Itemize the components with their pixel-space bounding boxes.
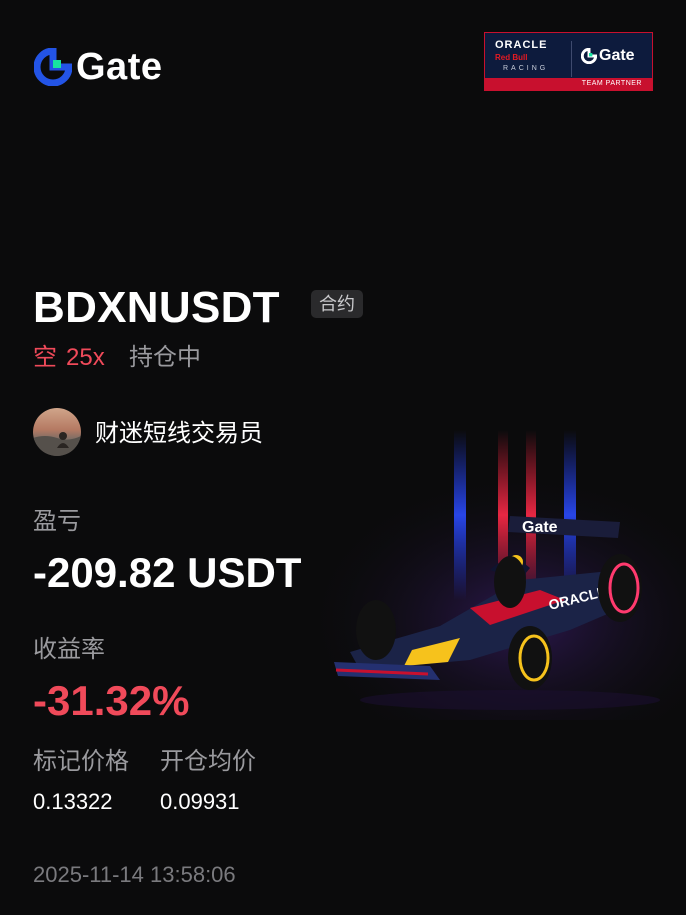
racing-wordmark: RACING	[503, 65, 549, 72]
svg-text:Gate: Gate	[522, 519, 558, 536]
oracle-wordmark: ORACLE	[495, 39, 548, 51]
badge-divider	[571, 41, 572, 77]
entry-price-value: 0.09931	[160, 789, 240, 814]
pnl-value: -209.82 USDT	[33, 549, 302, 596]
gate-logo: Gate	[33, 46, 163, 88]
share-timestamp: 2025-11-14 13:58:06	[33, 862, 236, 887]
badge-gate-logo: Gate	[581, 47, 635, 65]
pnl-label: 盈亏	[33, 508, 81, 535]
entry-price-label: 开仓均价	[160, 748, 256, 775]
gate-logo-icon	[33, 47, 73, 87]
position-status: 持仓中	[129, 344, 201, 371]
mark-price-label: 标记价格	[33, 748, 129, 775]
position-leverage: 25x	[66, 344, 105, 371]
trading-pair-symbol: BDXNUSDT	[33, 283, 280, 332]
mark-price-value: 0.13322	[33, 789, 113, 814]
red-bull-wordmark: Red Bull	[495, 53, 528, 62]
position-side: 空	[33, 344, 57, 371]
contract-type-tag: 合约	[311, 290, 363, 318]
roi-value: -31.32%	[33, 677, 190, 724]
roi-label: 收益率	[33, 636, 105, 663]
gate-logo-icon	[581, 48, 597, 64]
trader-avatar	[33, 408, 81, 456]
trader-name: 财迷短线交易员	[95, 420, 263, 447]
team-partner-label: TEAM PARTNER	[485, 78, 652, 90]
brand-name: Gate	[76, 46, 163, 88]
f1-car-illustration: Gate ORACLE	[320, 430, 686, 720]
team-partner-badge: ORACLE Red Bull RACING Gate TEAM PARTNER	[484, 32, 653, 91]
